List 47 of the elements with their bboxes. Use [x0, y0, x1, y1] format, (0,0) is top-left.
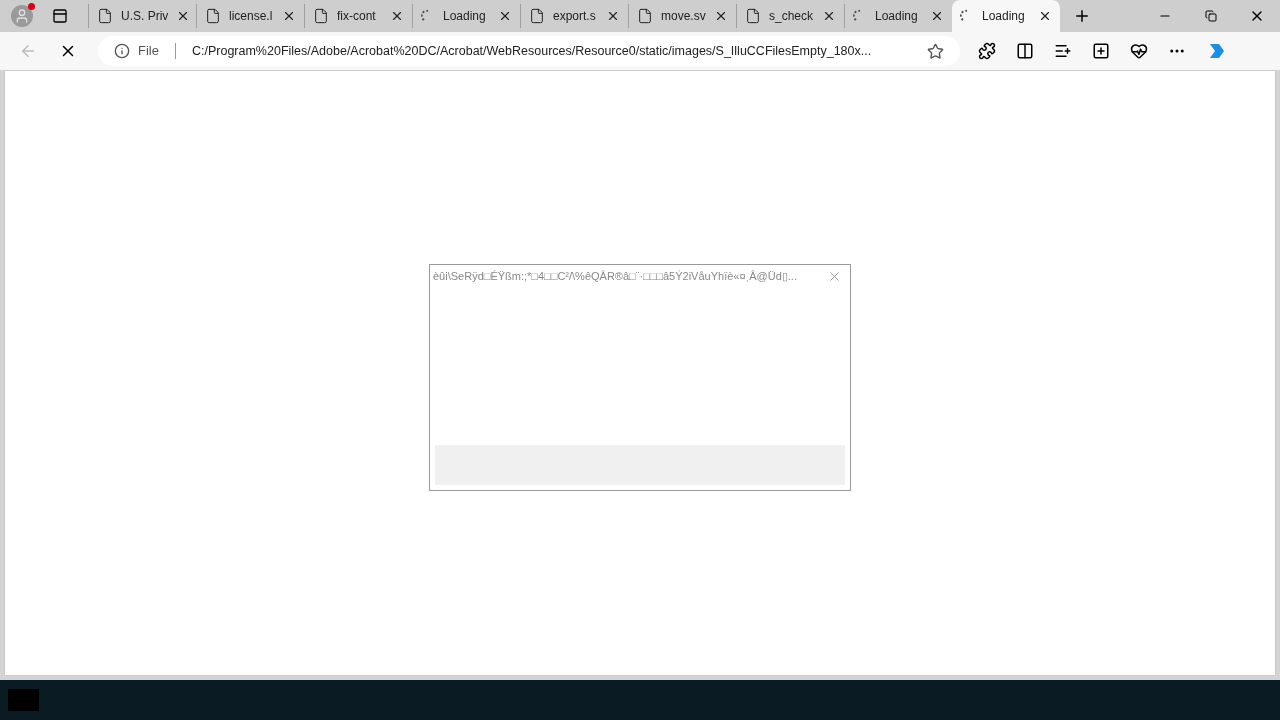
close-icon[interactable] [930, 9, 944, 23]
tab-title: U.S. Priv [121, 8, 169, 25]
collections-icon[interactable] [1092, 42, 1110, 60]
tab-title: export.s [553, 8, 597, 25]
taskbar-thumbnail[interactable] [8, 689, 39, 711]
address-bar[interactable]: File C:/Program%20Files/Adobe/Acrobat%20DC/Acrobat/WebResources/Resource0/static/images/S_IlluCCFilesEmpty_180x... [98, 36, 960, 66]
close-icon[interactable] [714, 9, 728, 23]
tab-title: fix-cont [337, 8, 377, 25]
close-icon[interactable] [822, 9, 836, 23]
close-icon[interactable] [606, 9, 620, 23]
close-icon[interactable] [1038, 9, 1052, 23]
document-icon [745, 8, 761, 24]
document-icon [529, 8, 545, 24]
info-icon [114, 43, 130, 59]
browser-tab[interactable]: Loading [952, 0, 1060, 32]
tab-title: Loading [982, 8, 1026, 25]
url-text: C:/Program%20Files/Adobe/Acrobat%20DC/Acrobat/WebResources/Resource0/static/images/S_IlluCCFilesEmpty_180x... [191, 42, 873, 60]
tab-title: license.l [229, 8, 274, 25]
dialog-title: èûi\SeRÿd□ÉŸßm:;*□4□□C²/\%êQÂR®â□¨·□□□â5Ý2iVåuYhïè«¤ͺÂ@Üd▯... [433, 269, 798, 285]
browser-tab[interactable]: U.S. Priv [88, 4, 196, 28]
browser-tab[interactable]: Loading [412, 4, 520, 28]
tab-actions-icon[interactable] [52, 8, 68, 24]
scheme-label: File [138, 42, 159, 61]
tab-title: s_check [769, 8, 814, 25]
favorites-icon[interactable] [1054, 42, 1072, 60]
extensions-icon[interactable] [978, 42, 996, 60]
browser-tab[interactable]: export.s [520, 4, 628, 28]
browser-essentials-icon[interactable] [1130, 42, 1148, 60]
document-icon [97, 8, 113, 24]
close-icon[interactable] [498, 9, 512, 23]
tab-title: Loading [443, 8, 487, 25]
favorite-star-icon[interactable] [927, 42, 944, 60]
browser-tab[interactable]: move.sv [628, 4, 736, 28]
tab-title: move.sv [661, 8, 706, 25]
split-screen-icon[interactable] [1016, 42, 1034, 60]
browser-tab[interactable]: license.l [196, 4, 304, 28]
profile-avatar[interactable] [11, 5, 33, 27]
browser-tab[interactable]: fix-cont [304, 4, 412, 28]
close-icon[interactable] [390, 9, 404, 23]
document-icon [313, 8, 329, 24]
restore-icon[interactable] [1205, 10, 1217, 22]
document-icon [637, 8, 653, 24]
new-tab-icon[interactable] [1073, 7, 1091, 25]
document-icon [205, 8, 221, 24]
close-icon[interactable] [282, 9, 296, 23]
browser-tab[interactable]: s_check [736, 4, 844, 28]
tab-title: Loading [875, 8, 919, 25]
